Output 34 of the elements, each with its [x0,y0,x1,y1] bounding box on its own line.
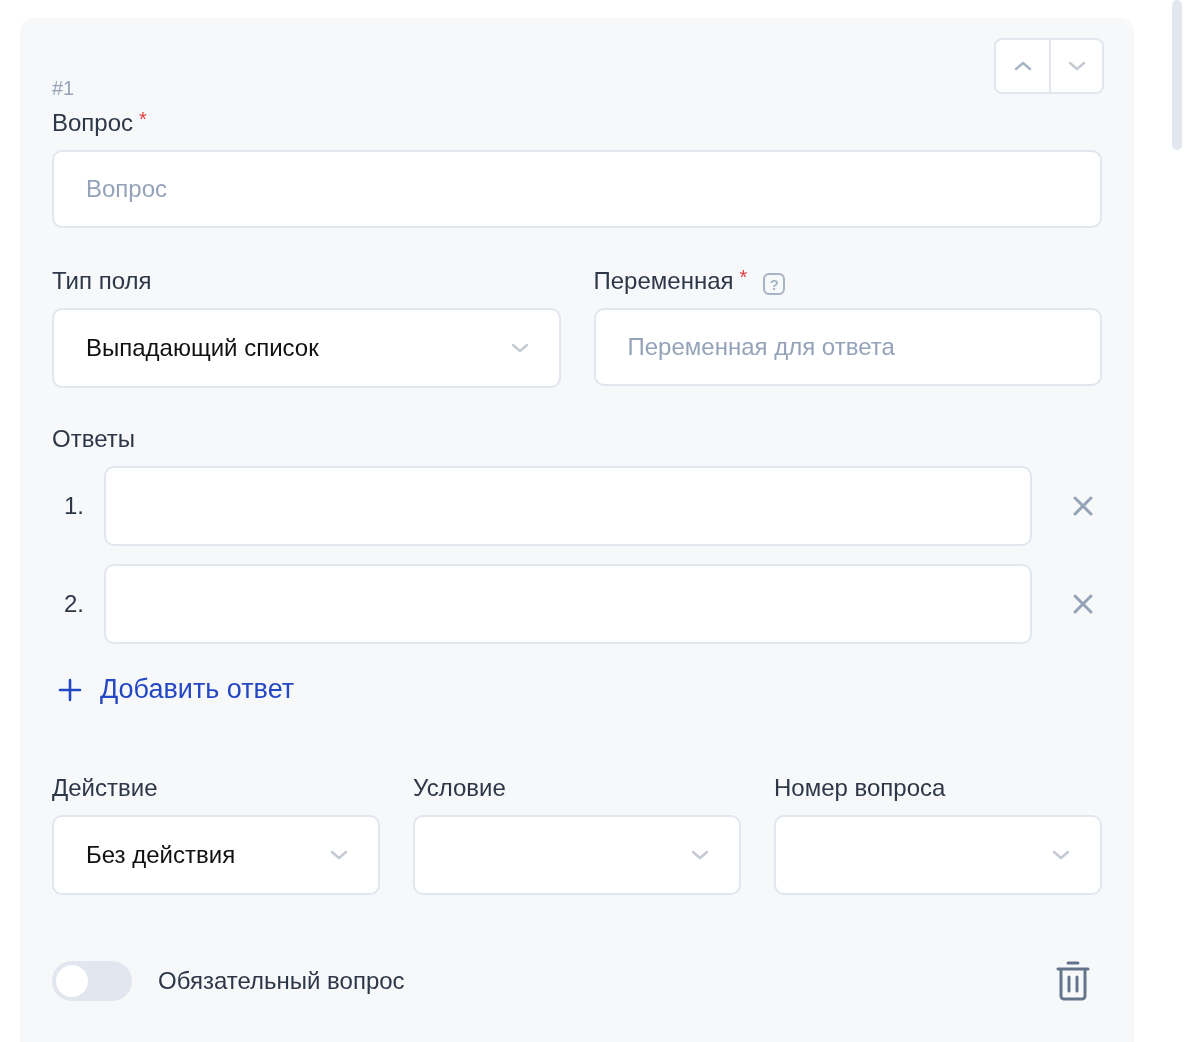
close-icon[interactable] [1072,495,1094,517]
question-input[interactable]: Вопрос [52,150,1102,228]
plus-icon [58,677,82,702]
add-answer-link[interactable]: Добавить ответ [52,674,295,705]
answer-number: 2. [63,590,84,618]
required-asterisk: * [739,266,748,289]
chevron-down-icon [330,850,348,860]
dropdown-select[interactable]: Без действия [52,815,380,895]
answer-number: 1. [63,492,84,520]
field-label: Условие [413,774,506,802]
field-label: Номер вопроса [774,774,946,802]
required-toggle[interactable] [52,961,132,1001]
field-label: Тип поля [52,267,152,295]
scrollbar[interactable] [1172,0,1182,150]
field-label: Вопрос [52,109,134,137]
required-asterisk: * [139,108,147,131]
field-type-select[interactable]: Выпадающий список [52,308,561,388]
chevron-down-icon [1052,850,1070,860]
chevron-down-icon [510,343,529,353]
question-number: #1 [52,77,75,100]
dropdown-select[interactable] [774,815,1102,895]
close-icon[interactable] [1072,593,1094,615]
chevron-down-icon [1067,61,1086,71]
dropdown-select[interactable] [413,815,741,895]
field-label: Ответы [52,425,135,453]
chevron-down-icon [691,850,709,860]
answer-input[interactable] [104,466,1032,546]
field-label: Действие [52,774,158,802]
variable-input[interactable]: Переменная для ответа [593,308,1102,386]
chevron-up-icon [1013,61,1032,71]
answer-input[interactable] [104,564,1032,644]
toggle-label: Обязательный вопрос [158,967,405,995]
trash-icon[interactable] [1056,961,1090,1001]
field-label: Переменная [593,267,734,295]
